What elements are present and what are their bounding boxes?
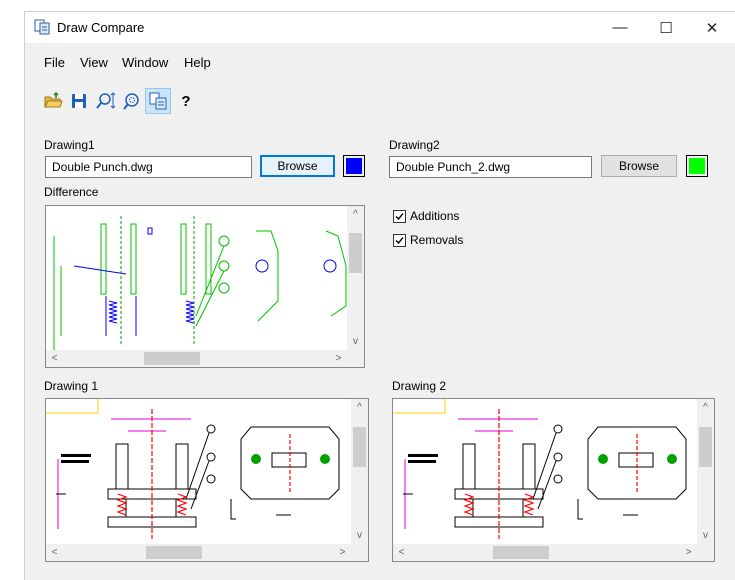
scroll-corner <box>347 350 364 367</box>
vscroll-thumb[interactable] <box>349 233 362 273</box>
removals-checkbox[interactable] <box>393 233 406 247</box>
removals-label: Removals <box>410 233 464 247</box>
zoom-window-icon <box>123 93 139 110</box>
hscroll-thumb[interactable] <box>493 546 549 559</box>
save-icon <box>72 94 86 108</box>
drawing-2-hscrollbar[interactable]: < > <box>393 544 697 561</box>
title-bar: Draw Compare — ☐ ✕ <box>25 12 735 43</box>
drawing2-browse-button[interactable]: Browse <box>601 155 677 177</box>
difference-hscrollbar[interactable]: < > <box>46 350 347 367</box>
minimize-button[interactable]: — <box>597 12 643 43</box>
scroll-up-arrow[interactable]: ^ <box>351 399 368 416</box>
menu-help[interactable]: Help <box>184 55 211 70</box>
menu-file[interactable]: File <box>44 55 65 70</box>
zoom-extents-button[interactable] <box>92 88 118 114</box>
removals-checkbox-row[interactable]: Removals <box>393 233 463 247</box>
difference-vscrollbar[interactable]: ^ v <box>347 206 364 350</box>
scroll-down-arrow[interactable]: v <box>347 333 364 350</box>
scroll-up-arrow[interactable]: ^ <box>697 399 714 416</box>
scroll-right-arrow[interactable]: > <box>330 350 347 367</box>
scroll-right-arrow[interactable]: > <box>680 544 697 561</box>
save-button[interactable] <box>66 88 92 114</box>
drawing-2-view[interactable]: ^ v < > <box>392 398 715 562</box>
open-folder-button[interactable] <box>40 88 66 114</box>
drawing2-label: Drawing2 <box>389 138 440 152</box>
scroll-left-arrow[interactable]: < <box>46 350 63 367</box>
close-button[interactable]: ✕ <box>689 12 735 43</box>
vscroll-thumb[interactable] <box>353 427 366 467</box>
drawing2-file-field[interactable]: Double Punch_2.dwg <box>389 156 592 178</box>
difference-label: Difference <box>44 185 99 199</box>
scroll-right-arrow[interactable]: > <box>334 544 351 561</box>
drawing-2-preview <box>393 399 687 539</box>
scroll-down-arrow[interactable]: v <box>351 527 368 544</box>
toolbar: ? <box>25 88 325 114</box>
hscroll-thumb[interactable] <box>144 352 200 365</box>
open-folder-icon <box>44 92 63 108</box>
drawing1-file-field[interactable]: Double Punch.dwg <box>45 156 252 178</box>
menu-window[interactable]: Window <box>122 55 168 70</box>
drawing-1-vscrollbar[interactable]: ^ v <box>351 399 368 544</box>
scroll-corner <box>351 544 368 561</box>
drawing1-browse-button[interactable]: Browse <box>260 155 335 177</box>
help-button[interactable]: ? <box>173 88 199 114</box>
checkmark-icon <box>395 212 404 220</box>
difference-view[interactable]: ^ v < > <box>45 205 365 368</box>
scroll-up-arrow[interactable]: ^ <box>347 206 364 223</box>
drawing1-label: Drawing1 <box>44 138 95 152</box>
drawing-2-view-label: Drawing 2 <box>392 379 447 393</box>
drawing-1-view-label: Drawing 1 <box>44 379 99 393</box>
hscroll-thumb[interactable] <box>146 546 202 559</box>
additions-label: Additions <box>410 209 460 223</box>
window-title: Draw Compare <box>57 20 145 35</box>
menu-view[interactable]: View <box>80 55 108 70</box>
scroll-corner <box>697 544 714 561</box>
compare-button[interactable] <box>145 88 171 114</box>
drawing-1-preview <box>46 399 340 539</box>
drawing-1-hscrollbar[interactable]: < > <box>46 544 351 561</box>
scroll-left-arrow[interactable]: < <box>393 544 410 561</box>
vscroll-thumb[interactable] <box>699 427 712 467</box>
maximize-button[interactable]: ☐ <box>643 12 689 43</box>
app-icon <box>34 19 50 35</box>
drawing-1-view[interactable]: ^ v < > <box>45 398 369 562</box>
compare-icon <box>149 92 167 110</box>
drawing2-color-swatch[interactable] <box>686 155 708 177</box>
drawing-2-vscrollbar[interactable]: ^ v <box>697 399 714 544</box>
drawing1-color-swatch[interactable] <box>343 155 365 177</box>
difference-drawing <box>53 216 347 351</box>
checkmark-icon <box>395 236 404 244</box>
zoom-extents-icon <box>96 92 116 109</box>
additions-checkbox-row[interactable]: Additions <box>393 209 459 223</box>
scroll-left-arrow[interactable]: < <box>46 544 63 561</box>
zoom-window-button[interactable] <box>118 88 144 114</box>
scroll-down-arrow[interactable]: v <box>697 527 714 544</box>
additions-checkbox[interactable] <box>393 209 406 223</box>
draw-compare-window: Draw Compare — ☐ ✕ File View Window Help <box>24 11 735 580</box>
